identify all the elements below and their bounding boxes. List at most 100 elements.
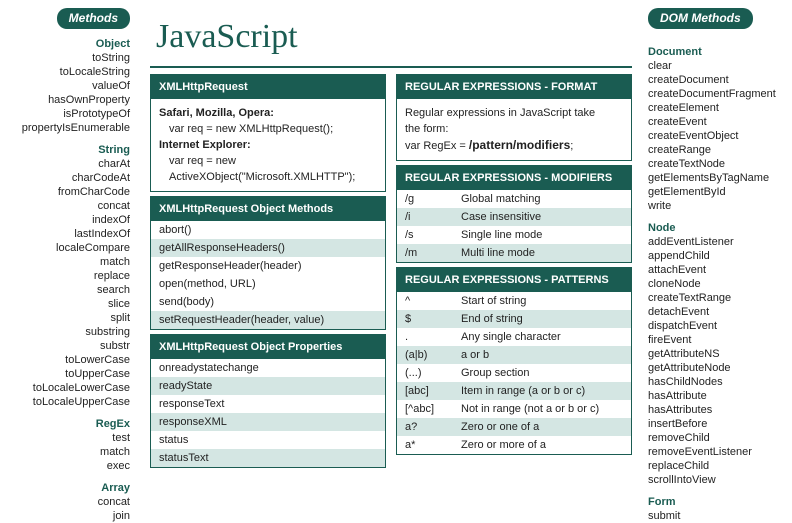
table-row: /gGlobal matching xyxy=(397,190,631,208)
xhr-header: XMLHttpRequest xyxy=(151,75,385,99)
side-item: attachEvent xyxy=(648,263,786,277)
side-group-title: RegEx xyxy=(6,417,130,431)
regex-patterns-block: REGULAR EXPRESSIONS - PATTERNS ^Start of… xyxy=(396,267,632,455)
list-item: responseText xyxy=(151,395,385,413)
row-value: Not in range (not a or b or c) xyxy=(461,401,623,417)
row-key: [^abc] xyxy=(405,401,461,417)
table-row: /iCase insensitive xyxy=(397,208,631,226)
regex-format-header: REGULAR EXPRESSIONS - FORMAT xyxy=(397,75,631,99)
side-item: getAttributeNode xyxy=(648,361,786,375)
list-item: readyState xyxy=(151,377,385,395)
methods-badge: Methods xyxy=(57,8,130,29)
side-item: createDocumentFragment xyxy=(648,87,786,101)
side-item: createElement xyxy=(648,101,786,115)
xhr-block: XMLHttpRequest Safari, Mozilla, Opera: v… xyxy=(150,74,386,192)
xhr-browsers-1-label: Safari, Mozilla, Opera: xyxy=(159,105,377,121)
row-value: a or b xyxy=(461,347,623,363)
side-item: hasAttribute xyxy=(648,389,786,403)
sidebar-right: DOM Methods DocumentclearcreateDocumentc… xyxy=(642,0,792,516)
side-item: addEventListener xyxy=(648,235,786,249)
xhr-props-block: XMLHttpRequest Object Properties onready… xyxy=(150,334,386,468)
side-group-title: Node xyxy=(648,221,786,235)
regex-format-bold: /pattern/modifiers xyxy=(469,138,570,152)
page-title: JavaScript xyxy=(150,0,632,66)
side-group: ObjecttoStringtoLocaleStringvalueOfhasOw… xyxy=(6,37,130,135)
side-item: toUpperCase xyxy=(6,367,130,381)
side-item: match xyxy=(6,255,130,269)
row-key: /g xyxy=(405,191,461,207)
side-item: valueOf xyxy=(6,79,130,93)
regex-format-block: REGULAR EXPRESSIONS - FORMAT Regular exp… xyxy=(396,74,632,161)
side-item: hasAttributes xyxy=(648,403,786,417)
row-key: /m xyxy=(405,245,461,261)
dom-methods-badge: DOM Methods xyxy=(648,8,753,29)
table-row: (a|b)a or b xyxy=(397,346,631,364)
side-item: propertyIsEnumerable xyxy=(6,121,130,135)
row-key: [abc] xyxy=(405,383,461,399)
side-item: getElementsByTagName xyxy=(648,171,786,185)
list-item: statusText xyxy=(151,449,385,467)
table-row: /mMulti line mode xyxy=(397,244,631,262)
side-item: slice xyxy=(6,297,130,311)
title-rule xyxy=(150,66,632,68)
row-key: /s xyxy=(405,227,461,243)
list-item: open(method, URL) xyxy=(151,275,385,293)
side-item: search xyxy=(6,283,130,297)
list-item: getAllResponseHeaders() xyxy=(151,239,385,257)
side-item: isPrototypeOf xyxy=(6,107,130,121)
row-key: $ xyxy=(405,311,461,327)
side-item: hasOwnProperty xyxy=(6,93,130,107)
row-value: Any single character xyxy=(461,329,623,345)
regex-format-line2: the form: xyxy=(405,121,623,137)
row-value: Zero or one of a xyxy=(461,419,623,435)
side-item: indexOf xyxy=(6,213,130,227)
side-item: replace xyxy=(6,269,130,283)
regex-format-post: ; xyxy=(570,140,573,152)
row-value: Zero or more of a xyxy=(461,437,623,453)
row-value: End of string xyxy=(461,311,623,327)
side-item: toString xyxy=(6,51,130,65)
list-item: getResponseHeader(header) xyxy=(151,257,385,275)
side-item: removeChild xyxy=(648,431,786,445)
list-item: setRequestHeader(header, value) xyxy=(151,311,385,329)
table-row: a?Zero or one of a xyxy=(397,418,631,436)
side-item: exec xyxy=(6,459,130,473)
side-item: toLowerCase xyxy=(6,353,130,367)
side-item: charAt xyxy=(6,157,130,171)
side-item: clear xyxy=(648,59,786,73)
side-item: match xyxy=(6,445,130,459)
main-content: JavaScript XMLHttpRequest Safari, Mozill… xyxy=(140,0,642,516)
table-row: [^abc]Not in range (not a or b or c) xyxy=(397,400,631,418)
regex-patterns-header: REGULAR EXPRESSIONS - PATTERNS xyxy=(397,268,631,292)
side-item: getAttributeNS xyxy=(648,347,786,361)
side-group-title: Object xyxy=(6,37,130,51)
list-item: status xyxy=(151,431,385,449)
row-key: ^ xyxy=(405,293,461,309)
side-item: localeCompare xyxy=(6,241,130,255)
table-row: /sSingle line mode xyxy=(397,226,631,244)
xhr-props-header: XMLHttpRequest Object Properties xyxy=(151,335,385,359)
list-item: onreadystatechange xyxy=(151,359,385,377)
side-group-title: Array xyxy=(6,481,130,495)
regex-format-line1: Regular expressions in JavaScript take xyxy=(405,105,623,121)
row-value: Start of string xyxy=(461,293,623,309)
sidebar-left: Methods ObjecttoStringtoLocaleStringvalu… xyxy=(0,0,140,516)
list-item: abort() xyxy=(151,221,385,239)
center-left-column: XMLHttpRequest Safari, Mozilla, Opera: v… xyxy=(150,74,386,468)
center-right-column: REGULAR EXPRESSIONS - FORMAT Regular exp… xyxy=(396,74,632,468)
side-item: test xyxy=(6,431,130,445)
side-item: replaceChild xyxy=(648,459,786,473)
side-item: detachEvent xyxy=(648,305,786,319)
side-item: createDocument xyxy=(648,73,786,87)
side-group: StringcharAtcharCodeAtfromCharCodeconcat… xyxy=(6,143,130,409)
side-item: substring xyxy=(6,325,130,339)
side-item: fromCharCode xyxy=(6,185,130,199)
row-value: Single line mode xyxy=(461,227,623,243)
table-row: [abc]Item in range (a or b or c) xyxy=(397,382,631,400)
list-item: responseXML xyxy=(151,413,385,431)
row-key: a* xyxy=(405,437,461,453)
side-item: substr xyxy=(6,339,130,353)
xhr-methods-block: XMLHttpRequest Object Methods abort()get… xyxy=(150,196,386,330)
side-item: createTextRange xyxy=(648,291,786,305)
row-key: (...) xyxy=(405,365,461,381)
